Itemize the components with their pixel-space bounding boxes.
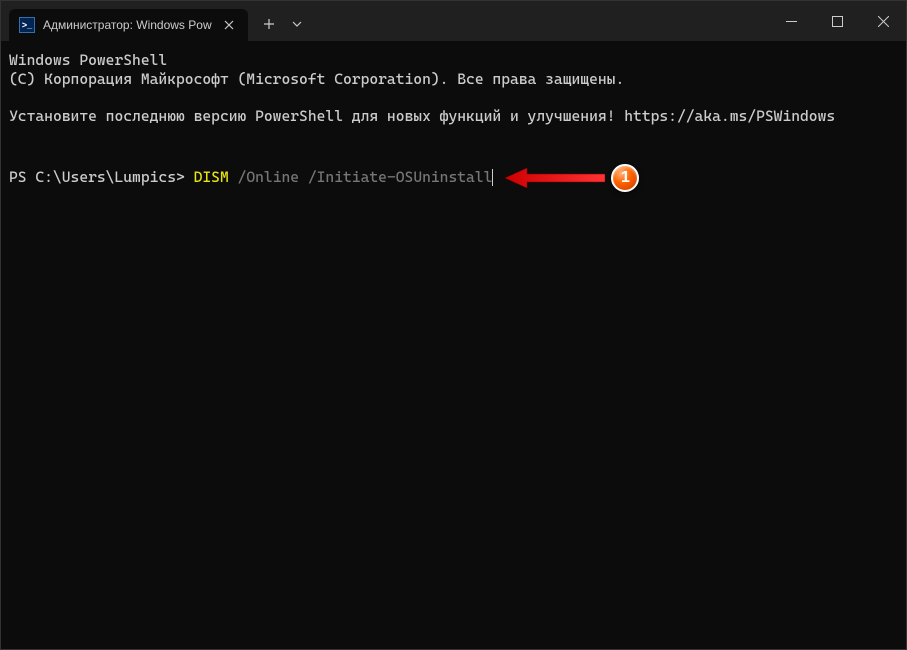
command-args: /Online /Initiate-OSUninstall — [229, 168, 493, 187]
tab-dropdown-button[interactable] — [284, 9, 310, 39]
blank-line — [9, 126, 898, 145]
plus-icon — [263, 18, 275, 30]
window-controls — [768, 1, 906, 41]
terminal-line: (C) Корпорация Майкрософт (Microsoft Cor… — [9, 70, 898, 89]
step-badge-1: 1 — [611, 164, 639, 192]
annotation-1: 1 — [505, 164, 639, 192]
terminal-viewport[interactable]: Windows PowerShell (C) Корпорация Майкро… — [1, 41, 906, 649]
arrow-left-icon — [505, 167, 605, 189]
terminal-window: >_ Администратор: Windows Pow Windo — [0, 0, 907, 650]
tab-powershell[interactable]: >_ Администратор: Windows Pow — [9, 9, 248, 41]
badge-number: 1 — [621, 168, 630, 188]
powershell-icon-glyph: >_ — [22, 20, 32, 30]
chevron-down-icon — [292, 21, 302, 27]
close-icon — [224, 20, 234, 30]
prompt-line: PS C:\Users\Lumpics> DISM /Online /Initi… — [9, 164, 898, 192]
minimize-button[interactable] — [768, 1, 814, 41]
terminal-line: Windows PowerShell — [9, 51, 898, 70]
prompt-text: PS C:\Users\Lumpics> — [9, 168, 194, 187]
tab-title: Администратор: Windows Pow — [43, 18, 212, 32]
command-highlight: DISM — [194, 168, 229, 187]
titlebar: >_ Администратор: Windows Pow — [1, 1, 906, 41]
new-tab-button[interactable] — [254, 9, 284, 39]
maximize-button[interactable] — [814, 1, 860, 41]
text-cursor — [492, 169, 493, 186]
tab-close-button[interactable] — [220, 16, 238, 34]
minimize-icon — [786, 16, 797, 27]
blank-line — [9, 89, 898, 108]
maximize-icon — [832, 16, 843, 27]
terminal-line: Установите последнюю версию PowerShell д… — [9, 107, 898, 126]
powershell-icon: >_ — [19, 17, 35, 33]
close-button[interactable] — [860, 1, 906, 41]
close-icon — [878, 16, 889, 27]
